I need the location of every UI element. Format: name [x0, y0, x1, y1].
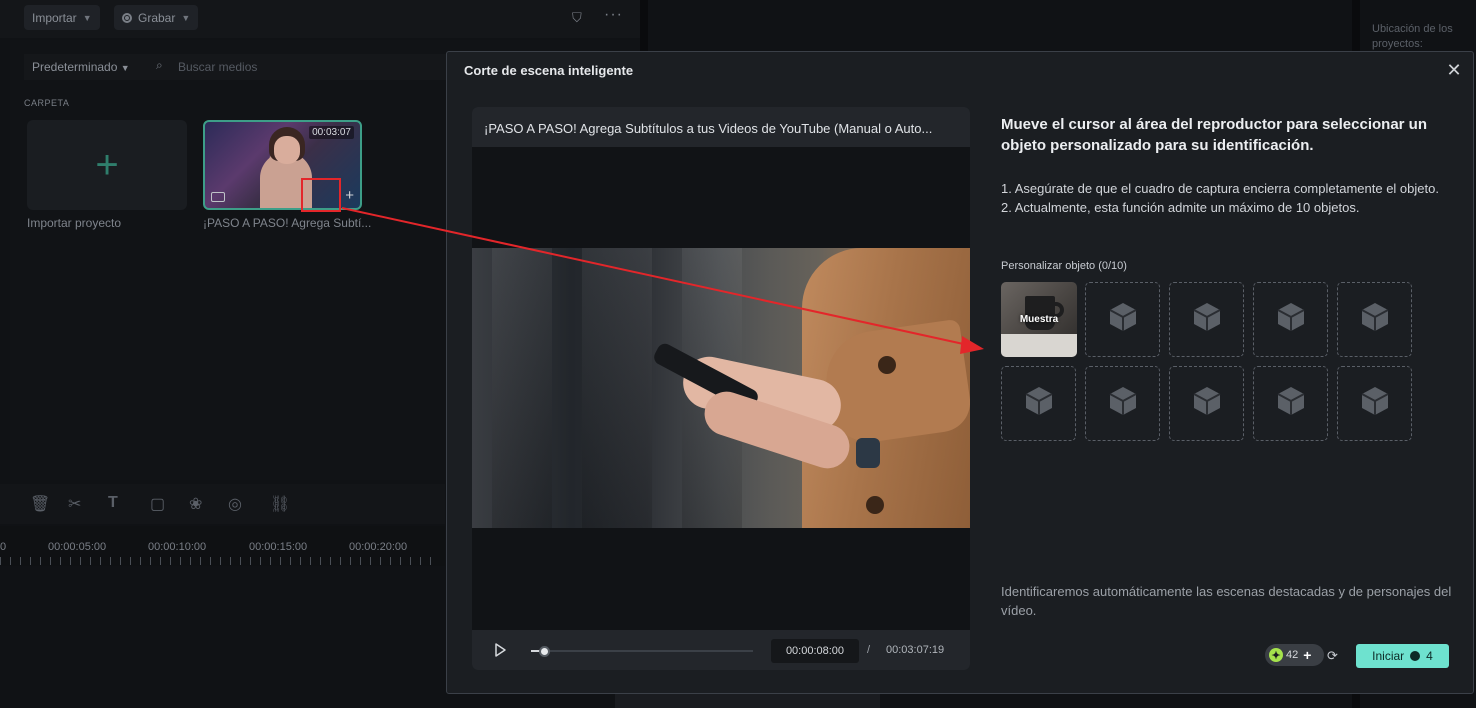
player-title-bar: ¡PASO A PASO! Agrega Subtítulos a tus Vi… — [472, 107, 970, 147]
empty-object-slot[interactable] — [1253, 366, 1328, 441]
empty-object-slot[interactable] — [1169, 366, 1244, 441]
import-button[interactable]: Importar ▼ — [24, 5, 100, 30]
ai-icon[interactable]: ◎ — [228, 494, 242, 514]
start-cost: 4 — [1426, 649, 1433, 663]
cube-icon — [1106, 300, 1140, 339]
current-time-field[interactable]: 00:00:08:00 — [771, 639, 859, 663]
close-icon: ✕ — [1446, 60, 1462, 80]
empty-object-slot[interactable] — [1337, 282, 1412, 357]
dialog-title: Corte de escena inteligente — [464, 63, 634, 78]
auto-identify-note: Identificaremos automáticamente las esce… — [1001, 584, 1452, 618]
filter-icon[interactable]: ⛉ — [572, 10, 582, 26]
video-frame[interactable] — [472, 248, 970, 528]
coat-button-shape — [878, 356, 896, 374]
seek-bar[interactable] — [531, 646, 753, 657]
empty-object-slot[interactable] — [1085, 366, 1160, 441]
coat-button-shape — [866, 496, 884, 514]
import-project-caption: Importar proyecto — [27, 216, 122, 230]
record-label: Grabar — [138, 10, 176, 25]
text-icon[interactable]: T — [108, 494, 118, 512]
sort-label: Predeterminado — [32, 60, 118, 74]
player-controls: 00:00:08:00 / 00:03:07:19 — [472, 630, 970, 670]
empty-object-slot[interactable] — [1337, 366, 1412, 441]
ruler-ticks — [0, 557, 440, 565]
refresh-icon[interactable]: ⟳ — [1327, 648, 1338, 664]
start-label: Iniciar — [1372, 649, 1405, 663]
media-toolbar: Importar ▼ Grabar ▼ ⛉ ··· — [0, 0, 640, 38]
player-video-title: ¡PASO A PASO! Agrega Subtítulos a tus Vi… — [484, 121, 933, 136]
cube-icon — [1190, 300, 1224, 339]
cube-icon — [1358, 300, 1392, 339]
background-window — [492, 248, 552, 528]
empty-object-slot[interactable] — [1001, 366, 1076, 441]
smart-scene-cut-dialog: Corte de escena inteligente ✕ ¡PASO A PA… — [446, 51, 1474, 694]
play-icon[interactable] — [492, 642, 508, 658]
folder-label: CARPETA — [24, 98, 70, 108]
cube-icon — [1106, 384, 1140, 423]
cube-icon — [1190, 384, 1224, 423]
background-window — [582, 248, 652, 528]
ruler-label: 00:00:10:00 — [148, 541, 207, 553]
credit-icon — [1410, 651, 1421, 661]
sample-table-shape — [1001, 334, 1077, 357]
record-button[interactable]: Grabar ▼ — [114, 5, 199, 30]
bottom-strip — [615, 694, 880, 708]
video-player[interactable]: ¡PASO A PASO! Agrega Subtítulos a tus Vi… — [472, 107, 970, 670]
chevron-down-icon: ▼ — [181, 12, 191, 23]
sample-label: Muestra — [1019, 314, 1059, 325]
empty-object-slot[interactable] — [1253, 282, 1328, 357]
annotation-highlight-box — [301, 178, 341, 212]
camera-icon — [211, 192, 225, 202]
search-icon: ⌕ — [156, 58, 163, 72]
crop-icon[interactable]: ▢ — [150, 494, 165, 514]
time-separator: / — [867, 644, 871, 656]
plus-icon: + — [95, 143, 119, 187]
close-button[interactable]: ✕ — [1442, 58, 1466, 82]
add-to-timeline-icon[interactable]: + — [345, 187, 354, 204]
total-time: 00:03:07:19 — [886, 644, 945, 656]
credits-pill[interactable]: ✦ 42 + — [1265, 644, 1324, 666]
delete-icon[interactable]: 🗑 — [30, 494, 50, 514]
chevron-down-icon: ▼ — [82, 12, 92, 23]
search-input[interactable]: Buscar medios — [178, 60, 257, 74]
timeline-toolbar — [0, 484, 445, 524]
cube-icon — [1274, 384, 1308, 423]
empty-object-slot[interactable] — [1169, 282, 1244, 357]
instruction-heading: Mueve el cursor al área del reproductor … — [1001, 116, 1427, 154]
project-location-label: Ubicación de los proyectos: — [1372, 23, 1453, 50]
instruction-list: 1. Asegúrate de que el cuadro de captura… — [1001, 179, 1441, 217]
seek-handle[interactable] — [539, 646, 551, 657]
add-credits-icon[interactable]: + — [1303, 647, 1311, 663]
ruler-label: 00:00:20:00 — [349, 541, 408, 553]
cube-icon — [1274, 300, 1308, 339]
empty-object-slot[interactable] — [1085, 282, 1160, 357]
color-icon[interactable]: ❀ — [189, 494, 202, 514]
thumbnail-face — [274, 136, 300, 164]
chevron-down-icon: ▼ — [120, 63, 130, 73]
import-project-tile[interactable]: + — [27, 120, 187, 210]
record-icon — [122, 12, 132, 23]
credit-icon: ✦ — [1269, 648, 1283, 662]
ruler-label: 0 — [0, 541, 7, 553]
watch-shape — [856, 438, 880, 468]
duration-badge: 00:03:07 — [309, 126, 354, 139]
scissors-icon[interactable]: ✂ — [68, 494, 81, 514]
start-button[interactable]: Iniciar 4 — [1356, 644, 1449, 668]
more-icon[interactable]: ··· — [604, 6, 623, 24]
instruction-item: 2. Actualmente, esta función admite un m… — [1001, 200, 1360, 215]
cube-icon — [1358, 384, 1392, 423]
ruler-label: 00:00:05:00 — [48, 541, 107, 553]
ruler-label: 00:00:15:00 — [249, 541, 308, 553]
sample-object-slot[interactable]: Muestra — [1001, 282, 1077, 357]
video-caption: ¡PASO A PASO! Agrega Subtí... — [203, 216, 372, 230]
sort-dropdown[interactable]: Predeterminado ▼ — [32, 60, 130, 74]
unlink-icon[interactable]: ⛓ — [270, 494, 290, 514]
instruction-item: 1. Asegúrate de que el cuadro de captura… — [1001, 181, 1439, 196]
custom-object-label: Personalizar objeto (0/10) — [1001, 260, 1127, 272]
cube-icon — [1022, 384, 1056, 423]
import-label: Importar — [32, 10, 77, 25]
credit-balance: 42 — [1286, 649, 1299, 661]
